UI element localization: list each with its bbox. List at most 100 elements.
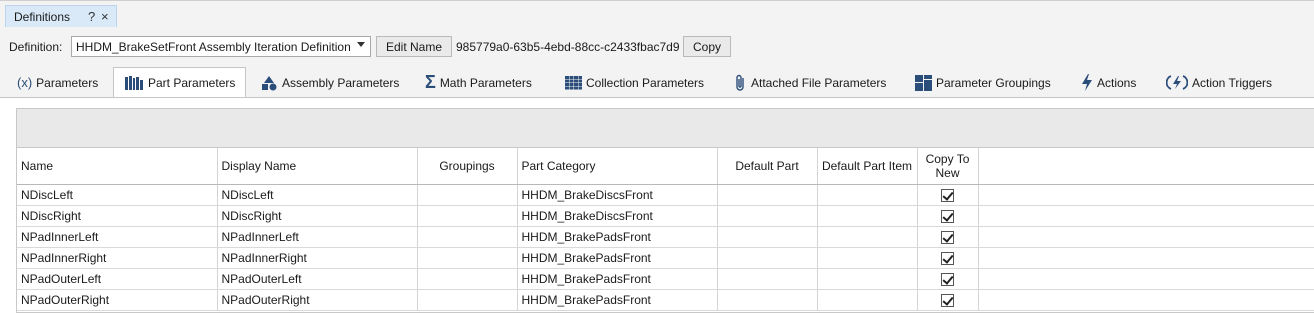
groupings-cell[interactable]: [417, 205, 518, 227]
table-row[interactable]: NDiscLeft NDiscLeft HHDM_BrakeDiscsFront: [17, 184, 1314, 206]
display-name-cell[interactable]: NPadOuterRight: [217, 289, 418, 311]
grid-icon: [565, 75, 582, 90]
groupings-cell[interactable]: [417, 247, 518, 269]
copy-to-new-checkbox[interactable]: [941, 293, 954, 307]
part-category-cell[interactable]: HHDM_BrakePadsFront: [517, 226, 718, 248]
default-part-cell[interactable]: [717, 289, 818, 311]
default-part-cell[interactable]: [717, 184, 818, 206]
table-row[interactable]: NPadInnerRight NPadInnerRight HHDM_BrakePa…: [17, 247, 1314, 269]
copy-to-new-checkbox[interactable]: [941, 272, 954, 286]
default-part-item-cell[interactable]: [817, 226, 918, 248]
sigma-icon: Σ: [425, 72, 436, 92]
table-row[interactable]: NPadOuterRight NPadOuterRight HHDM_BrakePa…: [17, 289, 1314, 311]
copy-to-new-cell[interactable]: [917, 289, 979, 311]
default-part-item-cell[interactable]: [817, 268, 918, 290]
parameter-tabs: (x) Parameters Part Parameters Assembly …: [0, 67, 1314, 99]
document-tab-strip: Definitions ? ×: [0, 0, 1314, 28]
close-icon[interactable]: ×: [101, 9, 109, 24]
parameters-grid: Name Display Name Groupings Part Categor…: [16, 108, 1314, 313]
default-part-cell[interactable]: [717, 247, 818, 269]
definition-label: Definition:: [9, 40, 63, 54]
tab-math-parameters[interactable]: Σ Math Parameters: [425, 67, 532, 98]
part-parameters-icon: [124, 75, 144, 91]
column-header-display-name[interactable]: Display Name: [217, 148, 418, 185]
display-name-cell[interactable]: NPadInnerRight: [217, 247, 418, 269]
copy-to-new-checkbox[interactable]: [941, 251, 954, 265]
filler-cell: [978, 205, 1314, 227]
default-part-item-cell[interactable]: [817, 205, 918, 227]
part-category-cell[interactable]: HHDM_BrakePadsFront: [517, 268, 718, 290]
copy-to-new-checkbox[interactable]: [941, 209, 954, 223]
chevron-down-icon[interactable]: [357, 42, 365, 47]
tab-label: Actions: [1097, 75, 1137, 90]
tab-attached-file-parameters[interactable]: Attached File Parameters: [735, 67, 886, 98]
column-header-name[interactable]: Name: [17, 148, 218, 185]
definitions-doc-tab[interactable]: Definitions ? ×: [5, 5, 117, 28]
copy-to-new-cell[interactable]: [917, 226, 979, 248]
name-cell[interactable]: NPadInnerRight: [17, 247, 218, 269]
column-header-default-part-item[interactable]: Default Part Item: [817, 148, 918, 185]
column-header-default-part[interactable]: Default Part: [717, 148, 818, 185]
filler-cell: [978, 268, 1314, 290]
part-category-cell[interactable]: HHDM_BrakeDiscsFront: [517, 205, 718, 227]
table-row[interactable]: NPadInnerLeft NPadInnerLeft HHDM_BrakePads…: [17, 226, 1314, 248]
tab-label: Parameter Groupings: [936, 75, 1051, 90]
name-cell[interactable]: NDiscLeft: [17, 184, 218, 206]
groupings-icon: [915, 74, 932, 91]
copy-to-new-checkbox[interactable]: [941, 230, 954, 244]
part-category-cell[interactable]: HHDM_BrakePadsFront: [517, 247, 718, 269]
column-header-copy-to-new[interactable]: Copy To New: [917, 148, 979, 185]
group-by-panel[interactable]: [17, 109, 1314, 148]
display-name-cell[interactable]: NPadOuterLeft: [217, 268, 418, 290]
definition-select[interactable]: HHDM_BrakeSetFront Assembly Iteration De…: [71, 36, 371, 57]
paperclip-icon: [735, 74, 747, 92]
tab-action-triggers[interactable]: Action Triggers: [1166, 67, 1272, 98]
tab-label: Collection Parameters: [586, 75, 705, 90]
part-category-cell[interactable]: HHDM_BrakeDiscsFront: [517, 184, 718, 206]
default-part-item-cell[interactable]: [817, 247, 918, 269]
groupings-cell[interactable]: [417, 289, 518, 311]
copy-to-new-cell[interactable]: [917, 205, 979, 227]
column-header-part-category[interactable]: Part Category: [517, 148, 718, 185]
name-cell[interactable]: NPadInnerLeft: [17, 226, 218, 248]
groupings-cell[interactable]: [417, 268, 518, 290]
edit-name-button[interactable]: Edit Name: [376, 36, 452, 57]
part-category-cell[interactable]: HHDM_BrakePadsFront: [517, 289, 718, 311]
copy-button[interactable]: Copy: [683, 36, 731, 57]
part-parameters-panel: Name Display Name Groupings Part Categor…: [0, 98, 1314, 315]
tab-label: Action Triggers: [1192, 75, 1273, 90]
tab-actions[interactable]: Actions: [1081, 67, 1136, 98]
copy-to-new-cell[interactable]: [917, 268, 979, 290]
name-cell[interactable]: NDiscRight: [17, 205, 218, 227]
column-header-groupings[interactable]: Groupings: [417, 148, 518, 185]
filler-cell: [978, 247, 1314, 269]
header-row: Name Display Name Groupings Part Categor…: [17, 148, 1314, 185]
default-part-cell[interactable]: [717, 268, 818, 290]
default-part-cell[interactable]: [717, 205, 818, 227]
default-part-item-cell[interactable]: [817, 184, 918, 206]
tab-parameter-groupings[interactable]: Parameter Groupings: [915, 67, 1051, 98]
tab-collection-parameters[interactable]: Collection Parameters: [565, 67, 704, 98]
tab-part-parameters[interactable]: Part Parameters: [113, 67, 247, 99]
copy-to-new-cell[interactable]: [917, 247, 979, 269]
tab-assembly-parameters[interactable]: Assembly Parameters: [260, 67, 399, 98]
table-row[interactable]: NPadOuterLeft NPadOuterLeft HHDM_BrakePads…: [17, 268, 1314, 290]
default-part-cell[interactable]: [717, 226, 818, 248]
name-cell[interactable]: NPadOuterRight: [17, 289, 218, 311]
tab-label: Attached File Parameters: [751, 75, 887, 90]
default-part-item-cell[interactable]: [817, 289, 918, 311]
copy-to-new-cell[interactable]: [917, 184, 979, 206]
display-name-cell[interactable]: NDiscLeft: [217, 184, 418, 206]
groupings-cell[interactable]: [417, 184, 518, 206]
tab-parameters[interactable]: (x) Parameters: [17, 67, 98, 98]
lightning-icon: [1081, 74, 1093, 91]
app-window: Definitions ? × Definition: HHDM_BrakeSe…: [0, 0, 1314, 315]
copy-to-new-checkbox[interactable]: [941, 188, 954, 202]
doc-tab-label: Definitions: [14, 10, 71, 24]
display-name-cell[interactable]: NDiscRight: [217, 205, 418, 227]
display-name-cell[interactable]: NPadInnerLeft: [217, 226, 418, 248]
groupings-cell[interactable]: [417, 226, 518, 248]
table-row[interactable]: NDiscRight NDiscRight HHDM_BrakeDiscsFront: [17, 205, 1314, 227]
name-cell[interactable]: NPadOuterLeft: [17, 268, 218, 290]
help-icon[interactable]: ?: [88, 9, 95, 24]
